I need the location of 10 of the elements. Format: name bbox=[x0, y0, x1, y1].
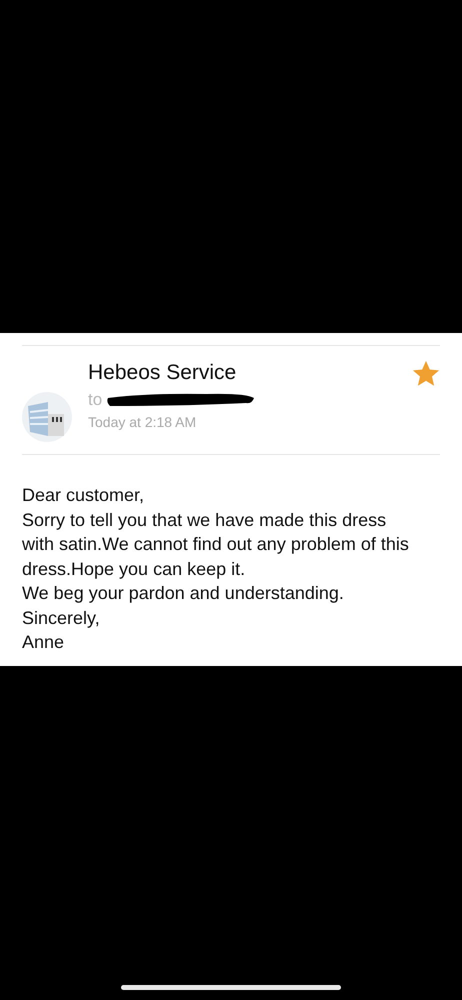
sent-date: Today at 2:18 AM bbox=[88, 414, 198, 430]
message-text: Sincerely, bbox=[22, 606, 101, 630]
message-text: Dear customer, bbox=[22, 484, 146, 507]
building-icon bbox=[22, 392, 72, 442]
message-text: We beg your pardon and understanding. bbox=[22, 582, 345, 605]
sender-name: Hebeos Service bbox=[88, 360, 238, 386]
star-icon[interactable] bbox=[412, 360, 440, 388]
message-text: Sorry to tell you that we have made this dress with satin.We cannot find out any problem of this dress.Hope you can keep it. bbox=[22, 508, 410, 581]
recipient-label: to bbox=[88, 390, 102, 410]
message-text: Anne bbox=[22, 631, 66, 654]
